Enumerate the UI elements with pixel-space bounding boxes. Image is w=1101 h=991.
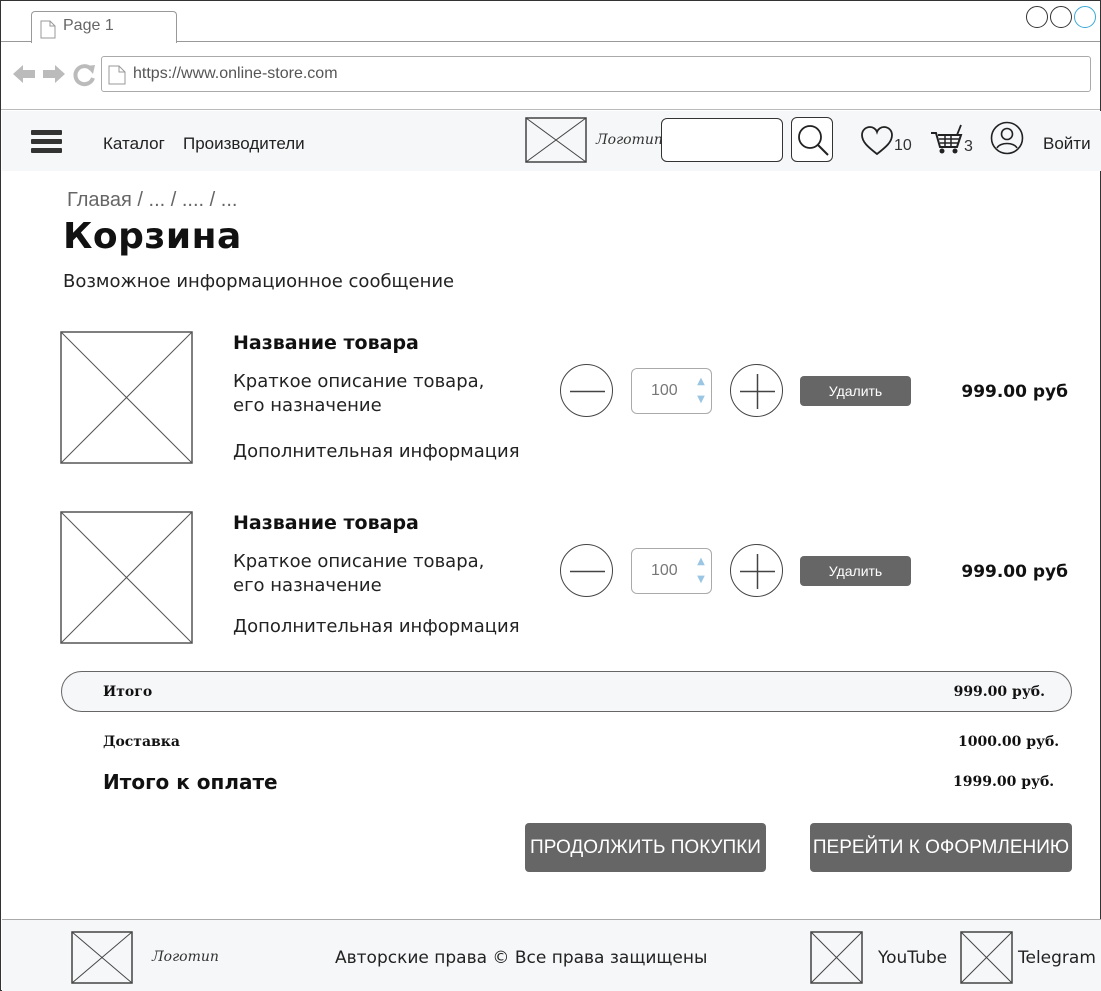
search-icon [798, 125, 829, 156]
info-message: Возможное информационное сообщение [63, 271, 455, 292]
product-image-placeholder[interactable] [60, 511, 193, 644]
product-price: 999.00 руб [961, 562, 1068, 582]
browser-tab[interactable]: Page 1 [31, 11, 177, 43]
product-description: Краткое описание товара, его назначение [233, 550, 533, 598]
product-description-line: его назначение [233, 575, 382, 596]
cart-count: 3 [964, 138, 973, 155]
telegram-icon-placeholder[interactable] [960, 931, 1013, 984]
footer-logo-text: Логотип [152, 949, 219, 965]
spinner-down-icon[interactable]: ▼ [694, 572, 708, 588]
total-to-pay-value: 1999.00 руб. [953, 774, 1055, 790]
user-account-icon[interactable] [990, 121, 1024, 155]
product-description-line: его назначение [233, 395, 382, 416]
browser-window: Page 1 https://www.online-store.com Ката… [0, 0, 1101, 991]
delete-item-button[interactable]: Удалить [800, 376, 911, 406]
search-button[interactable] [791, 117, 833, 162]
login-link[interactable]: Войти [1043, 134, 1091, 154]
spinner-up-icon[interactable]: ▲ [694, 374, 708, 390]
page-icon [40, 20, 56, 39]
youtube-link[interactable]: YouTube [878, 948, 947, 968]
logo-image-placeholder[interactable] [525, 117, 587, 163]
plus-icon [740, 374, 775, 409]
reload-icon[interactable] [71, 62, 97, 88]
hamburger-menu-icon[interactable] [31, 130, 62, 155]
continue-shopping-button[interactable]: ПРОДОЛЖИТЬ ПОКУПКИ [525, 823, 766, 872]
telegram-link[interactable]: Telegram [1018, 948, 1096, 968]
increase-quantity-button[interactable] [730, 364, 783, 417]
tab-label: Page 1 [63, 17, 114, 34]
search-input[interactable] [661, 118, 783, 162]
product-image-placeholder[interactable] [60, 331, 193, 464]
heart-icon[interactable] [860, 126, 894, 156]
quantity-value: 100 [651, 562, 678, 579]
product-description: Краткое описание товара, его назначение [233, 370, 533, 418]
product-description-line: Краткое описание товара, [233, 551, 485, 572]
breadcrumb[interactable]: Главая / ... / .... / ... [67, 189, 237, 212]
delete-item-button[interactable]: Удалить [800, 556, 911, 586]
spinner-up-icon[interactable]: ▲ [694, 554, 708, 570]
product-price: 999.00 руб [961, 382, 1068, 402]
checkout-button[interactable]: ПЕРЕЙТИ К ОФОРМЛЕНИЮ [810, 823, 1072, 872]
product-extra-info: Дополнительная информация [233, 441, 520, 462]
product-name[interactable]: Название товара [233, 512, 419, 534]
decrease-quantity-button[interactable] [560, 544, 613, 597]
quantity-stepper[interactable]: 100 ▲ ▼ [631, 368, 712, 414]
youtube-icon-placeholder[interactable] [810, 931, 863, 984]
product-description-line: Краткое описание товара, [233, 371, 485, 392]
page-title: Корзина [63, 216, 242, 257]
tab-bar: Page 1 [1, 1, 1100, 43]
favorites-count: 10 [894, 137, 912, 154]
product-name[interactable]: Название товара [233, 332, 419, 354]
browser-navbar: https://www.online-store.com [1, 42, 1100, 110]
address-bar[interactable]: https://www.online-store.com [101, 56, 1091, 92]
site-footer: Логотип Авторские права © Все права защи… [2, 919, 1101, 991]
minus-icon [570, 570, 605, 573]
logo-text: Логотип [596, 132, 663, 148]
window-controls [1026, 6, 1096, 28]
cart-item: Название товара Краткое описание товара,… [1, 511, 1101, 651]
back-arrow-icon[interactable] [11, 62, 37, 86]
spinner-down-icon[interactable]: ▼ [694, 392, 708, 408]
quantity-value: 100 [651, 382, 678, 399]
site-header: Каталог Производители Логотип 10 3 Войти [2, 111, 1101, 171]
quantity-stepper[interactable]: 100 ▲ ▼ [631, 548, 712, 594]
url-text: https://www.online-store.com [133, 65, 338, 82]
minimize-icon[interactable] [1026, 6, 1048, 28]
shopping-cart-icon[interactable] [930, 123, 964, 155]
total-to-pay-label: Итого к оплате [103, 770, 278, 794]
decrease-quantity-button[interactable] [560, 364, 613, 417]
subtotal-label: Итого [103, 684, 153, 700]
footer-logo-image-placeholder[interactable] [71, 931, 133, 984]
minus-icon [570, 390, 605, 393]
nav-link-catalog[interactable]: Каталог [103, 134, 165, 154]
nav-link-manufacturers[interactable]: Производители [183, 134, 305, 154]
maximize-icon[interactable] [1050, 6, 1072, 28]
cart-item: Название товара Краткое описание товара,… [1, 331, 1101, 471]
delivery-label: Доставка [103, 734, 180, 750]
product-extra-info: Дополнительная информация [233, 616, 520, 637]
page-icon [108, 65, 126, 85]
subtotal-bar: Итого 999.00 руб. [61, 671, 1072, 712]
delivery-value: 1000.00 руб. [958, 734, 1060, 750]
copyright-text: Авторские права © Все права защищены [335, 948, 708, 968]
subtotal-value: 999.00 руб. [953, 684, 1045, 700]
close-icon[interactable] [1074, 6, 1096, 28]
forward-arrow-icon[interactable] [41, 62, 67, 86]
plus-icon [740, 554, 775, 589]
increase-quantity-button[interactable] [730, 544, 783, 597]
